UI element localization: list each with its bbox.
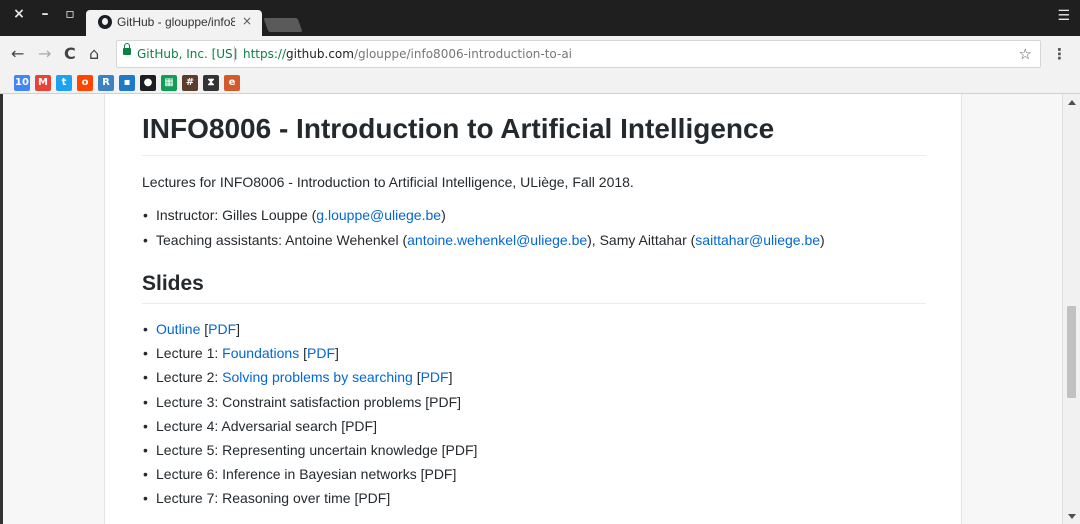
- doc-icon[interactable]: e: [224, 75, 240, 91]
- chat-icon[interactable]: ▪: [119, 75, 135, 91]
- forward-button[interactable]: →: [38, 44, 51, 63]
- slide-bracket-close: ]: [236, 321, 241, 337]
- url-host: github.com: [286, 47, 354, 61]
- slide-pdf-link[interactable]: PDF: [421, 369, 449, 385]
- reload-button[interactable]: C: [64, 44, 76, 63]
- tab-close-button[interactable]: ×: [242, 14, 252, 28]
- ev-certificate-label[interactable]: GitHub, Inc. [US]: [137, 47, 237, 61]
- twitter-icon[interactable]: t: [56, 75, 72, 91]
- slide-pdf-link[interactable]: PDF: [307, 345, 335, 361]
- scrollbar-thumb[interactable]: [1067, 306, 1076, 398]
- instructor-suffix: ): [441, 207, 446, 223]
- github-favicon-icon: [98, 15, 112, 29]
- calendar-icon[interactable]: 10: [14, 75, 30, 91]
- slide-title-link[interactable]: Foundations: [222, 345, 299, 361]
- slide-bracket-close: ]: [335, 345, 339, 361]
- hash-icon[interactable]: #: [182, 75, 198, 91]
- bookmark-star-icon[interactable]: ☆: [1019, 45, 1032, 63]
- reddit-icon[interactable]: o: [77, 75, 93, 91]
- window-close-button[interactable]: ×: [11, 6, 27, 22]
- ta-prefix: Teaching assistants: Antoine Wehenkel (: [156, 232, 408, 248]
- slide-bracket-open: [: [412, 369, 421, 385]
- slide-list-item: Lecture 7: Reasoning over time [PDF]: [143, 490, 391, 506]
- page-title: INFO8006 - Introduction to Artificial In…: [142, 113, 775, 144]
- github-icon[interactable]: ●: [140, 75, 156, 91]
- slide-list-item: Lecture 6: Inference in Bayesian network…: [143, 466, 457, 482]
- back-button[interactable]: ←: [11, 44, 24, 63]
- ta1-email-link[interactable]: antoine.wehenkel@uliege.be: [407, 232, 587, 248]
- slide-list-item: Lecture 5: Representing uncertain knowle…: [143, 442, 478, 458]
- slide-pdf-link[interactable]: PDF: [208, 321, 236, 337]
- incognito-icon: ☰: [1057, 8, 1070, 24]
- slide-title-link[interactable]: Solving problems by searching: [222, 369, 413, 385]
- tab-title: GitHub - glouppe/info8006-introduction-t…: [117, 15, 235, 29]
- ta-middle: ), Samy Aittahar (: [587, 232, 696, 248]
- window-maximize-button[interactable]: ▫: [62, 6, 78, 22]
- gmail-icon[interactable]: M: [35, 75, 51, 91]
- slide-prefix: Lecture 6: Inference in Bayesian network…: [156, 466, 457, 482]
- bookmark-blue-icon[interactable]: R: [98, 75, 114, 91]
- slide-prefix: Lecture 2:: [156, 369, 223, 385]
- ta2-email-link[interactable]: saittahar@uliege.be: [695, 232, 820, 248]
- slide-bracket-close: ]: [448, 369, 453, 385]
- window-minimize-button[interactable]: –: [37, 6, 53, 22]
- title-divider: [142, 155, 926, 156]
- slide-prefix: Lecture 7: Reasoning over time [PDF]: [156, 490, 391, 506]
- ta-suffix: ): [820, 232, 825, 248]
- slide-list-item: Lecture 2: Solving problems by searching…: [143, 369, 453, 385]
- url-path: /glouppe/info8006-introduction-to-ai: [353, 47, 573, 61]
- slide-list-item: Lecture 4: Adversarial search [PDF]: [143, 418, 377, 434]
- vertical-scrollbar[interactable]: [1062, 94, 1080, 524]
- browser-menu-button[interactable]: ⋮: [1052, 45, 1067, 63]
- page-viewport: INFO8006 - Introduction to Artificial In…: [0, 94, 1080, 524]
- left-gutter: [3, 94, 104, 524]
- scroll-down-arrow-icon[interactable]: [1068, 514, 1076, 519]
- instructor-item: Instructor: Gilles Louppe (g.louppe@ulie…: [143, 207, 446, 223]
- right-content-border: [961, 94, 962, 524]
- right-gutter: [962, 94, 1062, 524]
- intro-text: Lectures for INFO8006 - Introduction to …: [142, 174, 634, 190]
- slide-prefix: Lecture 5: Representing uncertain knowle…: [156, 442, 478, 458]
- home-button[interactable]: ⌂: [89, 44, 99, 63]
- browser-toolbar: ← → C ⌂ GitHub, Inc. [US] https://github…: [0, 36, 1080, 72]
- address-bar[interactable]: GitHub, Inc. [US] https://github.com/glo…: [116, 40, 1041, 68]
- new-tab-button[interactable]: [263, 18, 303, 32]
- left-content-border: [104, 94, 105, 524]
- instructor-email-link[interactable]: g.louppe@uliege.be: [316, 207, 441, 223]
- window-titlebar: × – ▫ GitHub - glouppe/info8006-introduc…: [0, 0, 1080, 36]
- slide-list-item: Lecture 3: Constraint satisfaction probl…: [143, 394, 462, 410]
- lock-icon: [123, 43, 131, 55]
- slide-bracket-open: [: [299, 345, 307, 361]
- bookmarks-bar: 10 Mt o R ▪ ● ▦ # ⧗ e: [0, 72, 1080, 94]
- slides-divider: [142, 303, 926, 304]
- slide-list-item: Outline [PDF]: [143, 321, 241, 337]
- url-text[interactable]: https://github.com/glouppe/info8006-intr…: [243, 47, 572, 61]
- slide-prefix: Lecture 4: Adversarial search [PDF]: [156, 418, 377, 434]
- browser-tab[interactable]: GitHub - glouppe/info8006-introduction-t…: [86, 10, 262, 36]
- instructor-prefix: Instructor: Gilles Louppe (: [156, 207, 317, 223]
- address-separator: [234, 46, 235, 62]
- sheets-icon[interactable]: ▦: [161, 75, 177, 91]
- slide-bracket-open: [: [200, 321, 209, 337]
- ta-item: Teaching assistants: Antoine Wehenkel (a…: [143, 232, 825, 248]
- hourglass-icon[interactable]: ⧗: [203, 75, 219, 91]
- scroll-up-arrow-icon[interactable]: [1068, 100, 1076, 105]
- slides-heading: Slides: [142, 272, 204, 295]
- slide-list-item: Lecture 1: Foundations [PDF]: [143, 345, 339, 361]
- url-scheme: https://: [243, 47, 287, 61]
- slide-prefix: Lecture 1:: [156, 345, 223, 361]
- slide-title-link[interactable]: Outline: [156, 321, 200, 337]
- slide-prefix: Lecture 3: Constraint satisfaction probl…: [156, 394, 462, 410]
